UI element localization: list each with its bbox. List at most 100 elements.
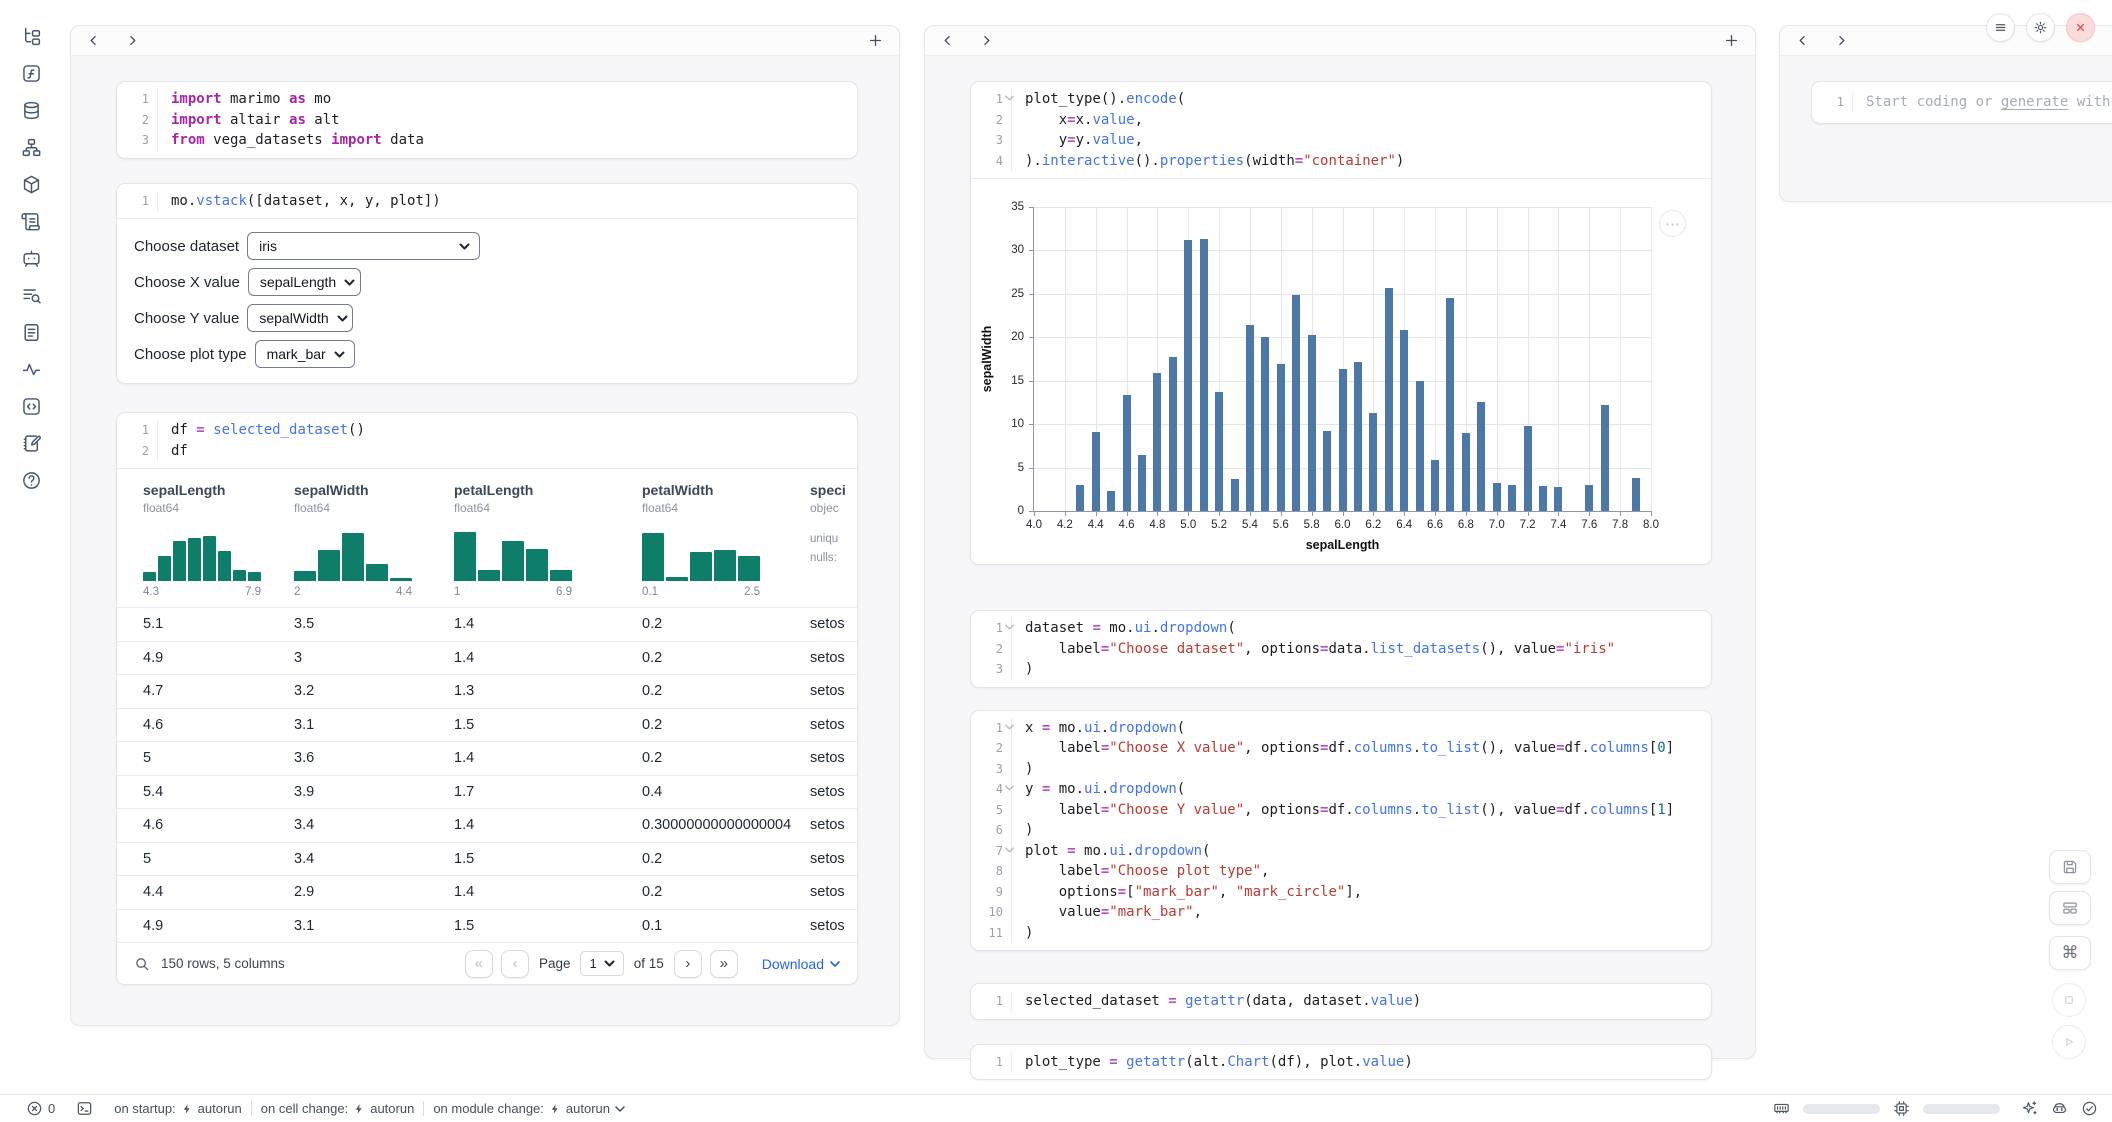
error-count-icon[interactable] (26, 1100, 43, 1117)
chart-bar[interactable] (1076, 485, 1084, 511)
table-row[interactable]: 4.73.21.30.2setos (117, 674, 857, 708)
bot-message-icon[interactable] (21, 248, 42, 269)
run-button[interactable] (2052, 1025, 2086, 1059)
cpu-usage-meter[interactable] (1923, 1104, 2000, 1114)
search-icon[interactable] (134, 956, 150, 972)
scroll-text-icon[interactable] (21, 211, 42, 232)
code-line[interactable]: 10 value="mark_bar", (971, 902, 1711, 923)
table-row[interactable]: 5.43.91.70.4setos (117, 775, 857, 809)
next-page-button[interactable]: › (674, 950, 702, 978)
dropdown-select-iris[interactable]: iris (247, 232, 480, 260)
code-line[interactable]: 7plot = mo.ui.dropdown( (971, 841, 1711, 862)
column-header-sepalWidth[interactable]: sepalWidthfloat6424.4 (294, 482, 454, 607)
save-button[interactable] (2049, 850, 2091, 884)
on-cell-change-setting[interactable]: on cell change: autorun (261, 1101, 415, 1116)
code-line[interactable]: 9 options=["mark_bar", "mark_circle"], (971, 882, 1711, 903)
code-line[interactable]: 3) (971, 659, 1711, 680)
table-row[interactable]: 4.93.11.50.1setos (117, 909, 857, 943)
settings-button[interactable] (2026, 13, 2055, 42)
column-histogram[interactable] (642, 525, 760, 581)
code-line[interactable]: 2 label="Choose dataset", options=data.l… (971, 639, 1711, 660)
table-row[interactable]: 4.42.91.40.2setos (117, 875, 857, 909)
code-editor[interactable]: 1mo.vstack([dataset, x, y, plot]) (117, 184, 857, 219)
fold-icon[interactable] (1005, 95, 1014, 101)
chart-bar[interactable] (1339, 369, 1347, 511)
code-line[interactable]: 1plot_type().encode( (971, 89, 1711, 110)
chart-actions-button[interactable]: ⋯ (1659, 210, 1686, 237)
code-editor[interactable]: 1plot_type().encode(2 x=x.value,3 y=y.va… (971, 82, 1711, 178)
dropdown-select-sepalLength[interactable]: sepalLength (248, 268, 361, 296)
notebook-pen-icon[interactable] (21, 433, 42, 454)
code-line[interactable]: 1import marimo as mo (117, 89, 857, 110)
page-select[interactable]: 1 (580, 951, 623, 976)
add-column-icon[interactable] (868, 33, 883, 48)
chart-bar[interactable] (1477, 402, 1485, 511)
chevron-right-icon[interactable] (1835, 34, 1848, 47)
chart-bar[interactable] (1246, 325, 1254, 511)
code-line[interactable]: 6) (971, 820, 1711, 841)
code-line[interactable]: 2 x=x.value, (971, 110, 1711, 131)
ai-sparkles-icon[interactable] (2021, 1100, 2038, 1117)
code-editor[interactable]: 1selected_dataset = getattr(data, datase… (971, 984, 1711, 1019)
code-line[interactable]: 2 label="Choose X value", options=df.col… (971, 738, 1711, 759)
table-row[interactable]: 5.13.51.40.2setos (117, 607, 857, 641)
close-button[interactable] (2066, 13, 2095, 42)
table-row[interactable]: 53.61.40.2setos (117, 741, 857, 775)
code-line[interactable]: 1plot_type = getattr(alt.Chart(df), plot… (971, 1052, 1711, 1073)
column-histogram[interactable] (294, 525, 412, 581)
chart-bar[interactable] (1493, 483, 1501, 511)
code-line[interactable]: 1mo.vstack([dataset, x, y, plot]) (117, 191, 857, 212)
fold-icon[interactable] (1005, 724, 1014, 730)
layout-button[interactable] (2049, 891, 2091, 925)
chart-bar[interactable] (1431, 460, 1439, 511)
code-line[interactable]: 1df = selected_dataset() (117, 420, 857, 441)
chart-bar[interactable] (1554, 487, 1562, 511)
chart-bar[interactable] (1369, 413, 1377, 511)
code-editor[interactable]: 1import marimo as mo2import altair as al… (117, 82, 857, 158)
chart-bar[interactable] (1585, 485, 1593, 511)
chart-bar[interactable] (1354, 362, 1362, 511)
chart-bar[interactable] (1323, 431, 1331, 511)
chart-bar[interactable] (1292, 295, 1300, 511)
column-histogram[interactable] (454, 525, 572, 581)
list-search-icon[interactable] (21, 285, 42, 306)
on-startup-setting[interactable]: on startup: autorun (114, 1101, 242, 1116)
chart-bar[interactable] (1462, 433, 1470, 511)
menu-button[interactable] (1986, 13, 2015, 42)
file-tree-icon[interactable] (21, 26, 42, 47)
code-line[interactable]: 1dataset = mo.ui.dropdown( (971, 618, 1711, 639)
chart-bar[interactable] (1215, 392, 1223, 511)
bar-chart[interactable]: sepalLength sepalWidth 4.04.24.44.64.85.… (1033, 207, 1651, 512)
copilot-icon[interactable] (2051, 1100, 2068, 1117)
chart-bar[interactable] (1092, 432, 1100, 511)
code-line[interactable]: 2import altair as alt (117, 110, 857, 131)
chart-bar[interactable] (1400, 330, 1408, 511)
code-line[interactable]: 2df (117, 441, 857, 462)
code-editor[interactable]: 1df = selected_dataset()2df (117, 413, 857, 468)
code-line[interactable]: 4).interactive().properties(width="conta… (971, 151, 1711, 172)
chart-bar[interactable] (1524, 426, 1532, 511)
chart-bar[interactable] (1261, 337, 1269, 511)
download-button[interactable]: Download (762, 956, 840, 972)
table-row[interactable]: 4.931.40.2setos (117, 641, 857, 675)
code-line[interactable]: 3) (971, 759, 1711, 780)
chart-bar[interactable] (1169, 357, 1177, 511)
dropdown-select-sepalWidth[interactable]: sepalWidth (247, 304, 353, 332)
fold-icon[interactable] (1005, 624, 1014, 630)
code-line[interactable]: 11) (971, 923, 1711, 944)
database-icon[interactable] (21, 100, 42, 121)
chevron-right-icon[interactable] (126, 34, 139, 47)
chevron-left-icon[interactable] (941, 34, 954, 47)
chart-bar[interactable] (1200, 239, 1208, 511)
chart-bar[interactable] (1508, 485, 1516, 511)
code-editor[interactable]: 1dataset = mo.ui.dropdown(2 label="Choos… (971, 611, 1711, 687)
code-line[interactable]: 4y = mo.ui.dropdown( (971, 779, 1711, 800)
code-square-icon[interactable] (21, 396, 42, 417)
fold-icon[interactable] (1005, 785, 1014, 791)
chart-bar[interactable] (1107, 491, 1115, 511)
dropdown-select-mark_bar[interactable]: mark_bar (255, 340, 355, 368)
on-module-change-setting[interactable]: on module change: autorun (433, 1101, 625, 1116)
generate-link[interactable]: generate (2001, 94, 2068, 110)
code-line[interactable]: 1 Start coding or generate with (1812, 92, 2112, 113)
chart-bar[interactable] (1385, 288, 1393, 511)
